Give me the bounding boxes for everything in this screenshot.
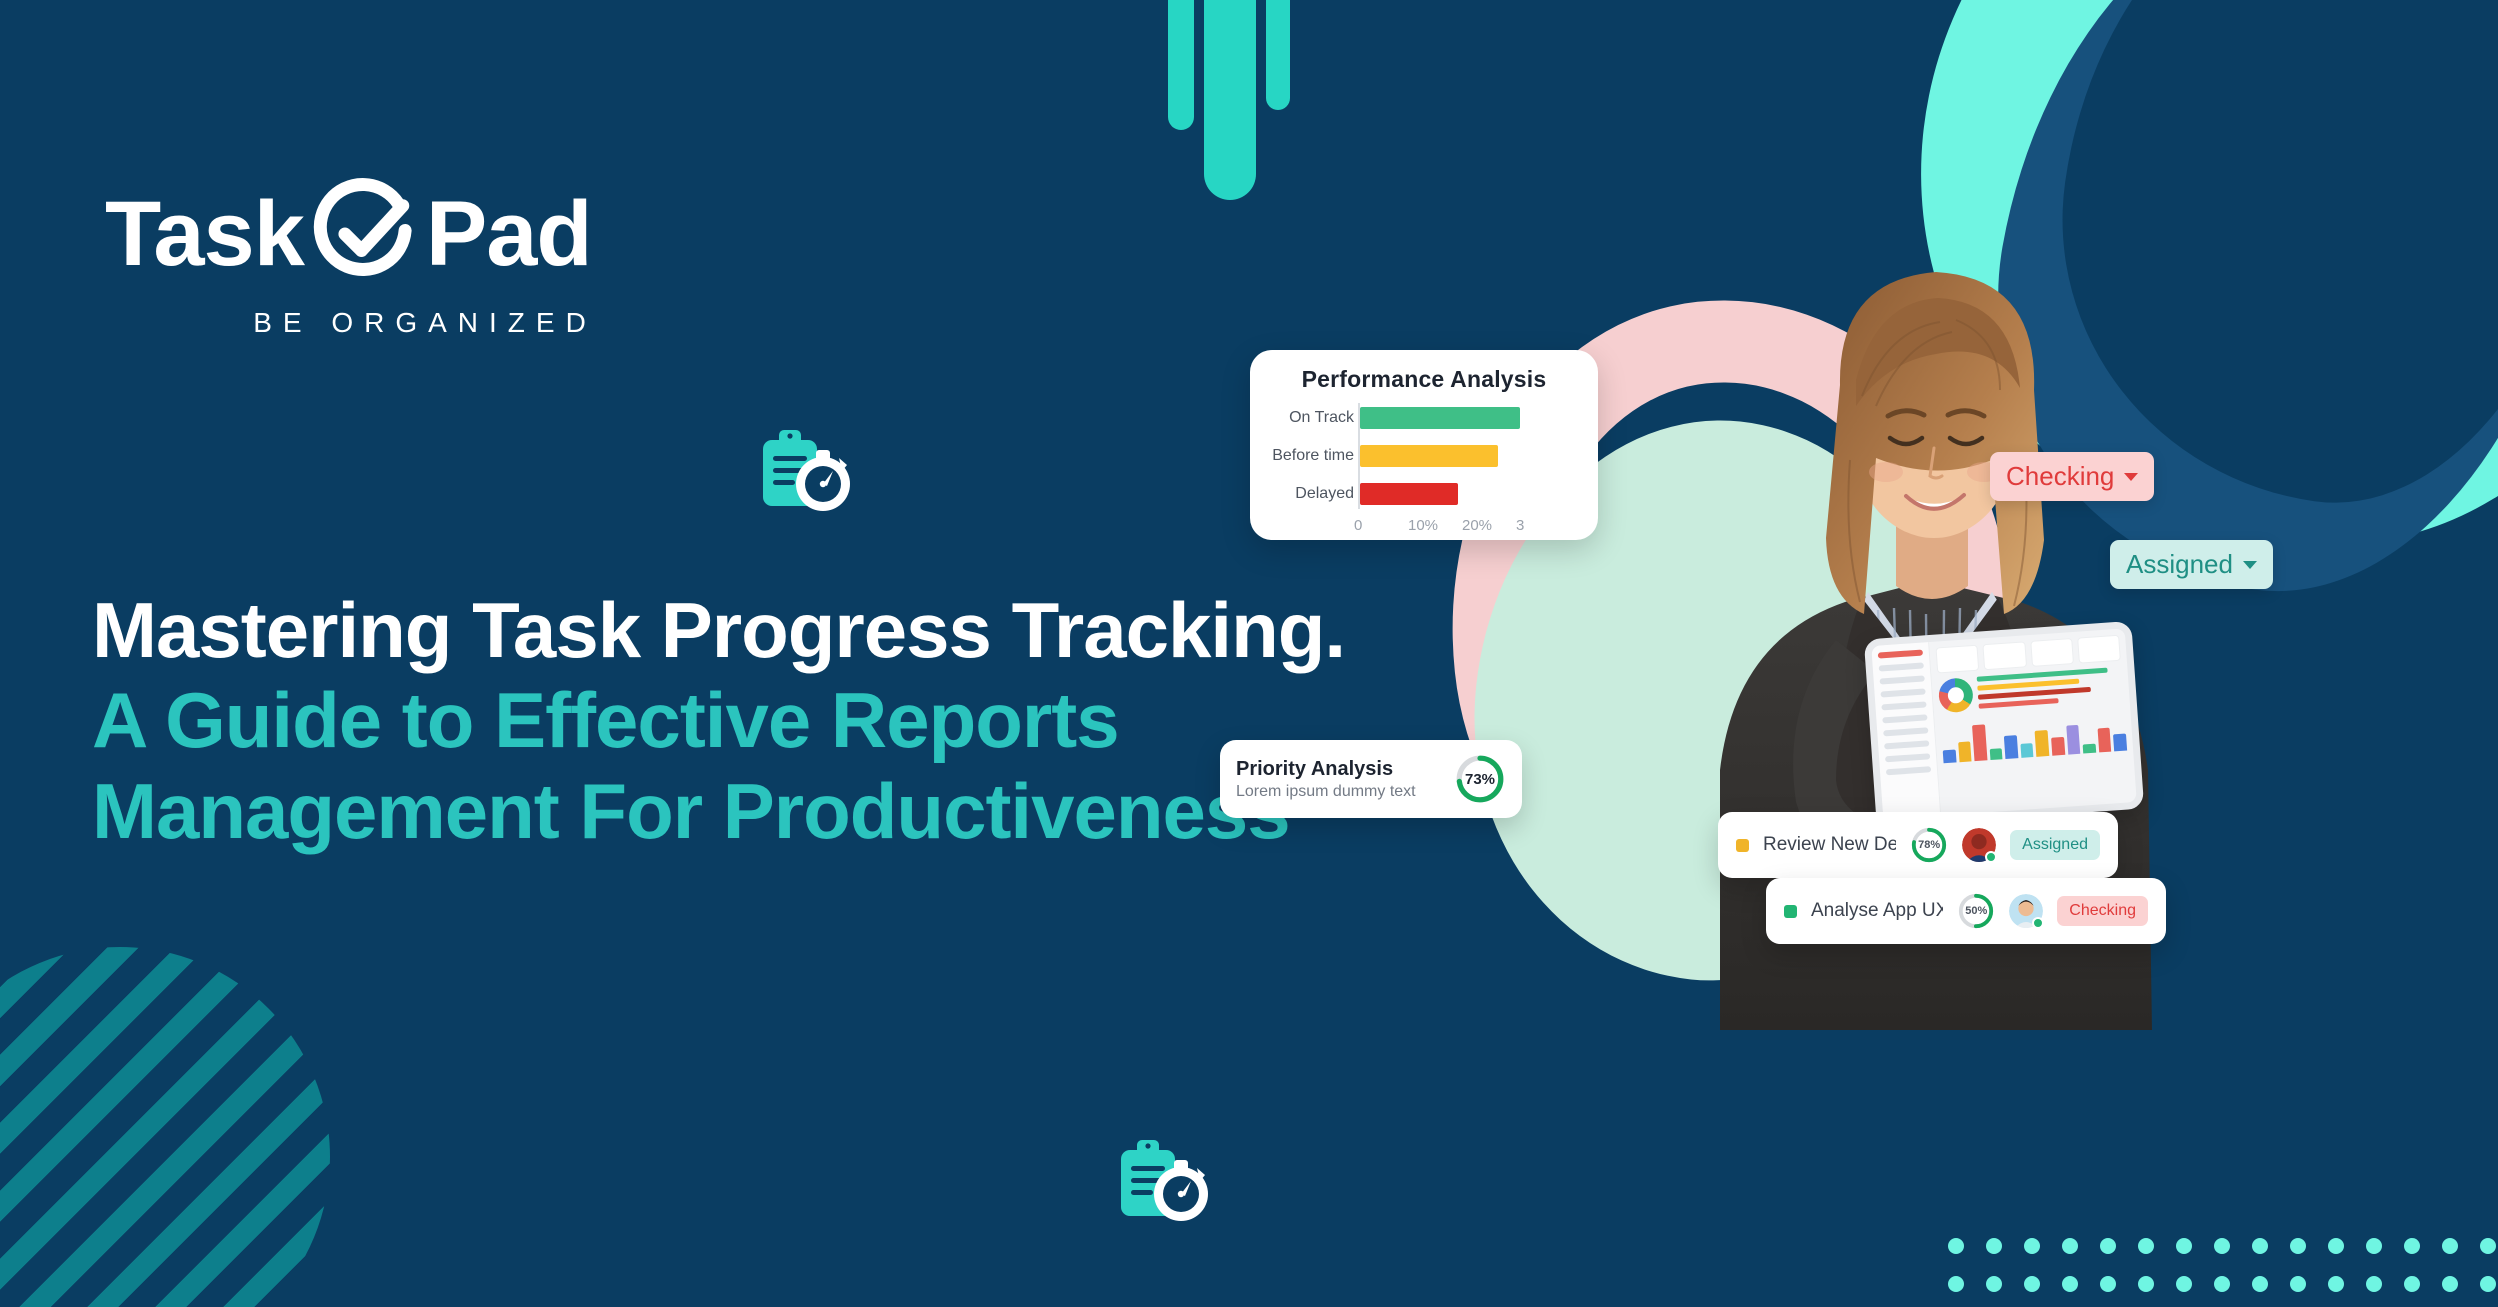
teal-bars-decor xyxy=(1168,0,1290,210)
chart-x-axis: 0 10% 20% 3 xyxy=(1268,517,1580,534)
task-status-badge[interactable]: Checking xyxy=(2057,896,2148,926)
headline-white: Mastering Task Progress Tracking. xyxy=(92,586,1346,674)
tablet-device xyxy=(1863,620,2145,828)
chevron-down-icon xyxy=(2242,560,2257,569)
task-row[interactable]: Review New Developm.. 78% Assigned xyxy=(1718,812,2118,878)
tablet-kpi xyxy=(2076,634,2121,664)
chart-category-label: On Track xyxy=(1289,409,1354,426)
avatar[interactable] xyxy=(1962,828,1998,863)
priority-progress-ring: 73% xyxy=(1454,753,1506,805)
task-status-dot xyxy=(1784,904,1797,918)
circle-check-icon xyxy=(313,178,412,276)
online-indicator xyxy=(1985,851,1998,863)
chart-tick: 3 xyxy=(1516,517,1525,534)
task-status-badge[interactable]: Assigned xyxy=(2010,830,2100,860)
chart-tick: 0 xyxy=(1354,517,1363,534)
task-progress-ring: 50% xyxy=(1957,892,1995,930)
avatar[interactable] xyxy=(2009,894,2045,929)
chart-axis-line xyxy=(1358,403,1360,509)
chart-row: Before time xyxy=(1272,441,1580,471)
priority-card-subtitle: Lorem ipsum dummy text xyxy=(1236,782,1416,800)
performance-bar-chart: On Track Before time Delayed xyxy=(1268,403,1580,509)
assigned-label: Assigned xyxy=(2126,549,2233,579)
chart-bar-before-time xyxy=(1360,445,1498,467)
task-percent-label: 78% xyxy=(1918,839,1941,851)
tablet-bar-chart xyxy=(1941,709,2128,764)
logo-tagline: BE ORGANIZED xyxy=(253,307,597,338)
task-row[interactable]: Analyse App UX Desig... 50% Checking xyxy=(1766,878,2166,944)
performance-card-title: Performance Analysis xyxy=(1301,366,1547,392)
tablet-dashboard xyxy=(1929,628,2137,815)
checking-dropdown[interactable]: Checking xyxy=(1990,452,2155,501)
task-status-dot xyxy=(1736,838,1749,852)
priority-analysis-card: Priority Analysis Lorem ipsum dummy text… xyxy=(1220,740,1522,818)
priority-percent-label: 73% xyxy=(1464,770,1496,788)
headline-teal: A Guide to Effective Reports Management … xyxy=(92,676,1291,855)
dot-grid-decor xyxy=(1948,1238,2498,1307)
chart-bar-delayed xyxy=(1360,483,1458,505)
online-indicator xyxy=(2032,917,2045,929)
chart-tick: 20% xyxy=(1462,517,1493,534)
diagonal-stripes-decor xyxy=(0,947,330,1307)
priority-card-title: Priority Analysis xyxy=(1236,757,1394,780)
chart-row: Delayed xyxy=(1295,479,1580,509)
tablet-kpi xyxy=(1935,644,1980,674)
chart-category-label: Delayed xyxy=(1295,485,1354,502)
logo-word-task: Task xyxy=(105,183,305,285)
clipboard-stopwatch-icon xyxy=(1121,1140,1208,1221)
taskpad-banner: Task Pad BE ORGANIZED Mastering Task Pro… xyxy=(0,0,2498,1307)
tablet-donut-chart xyxy=(1937,677,1975,714)
brand-logo: Task Pad BE ORGANIZED xyxy=(105,175,685,339)
chart-row: On Track xyxy=(1289,403,1580,433)
clipboard-stopwatch-icon xyxy=(763,430,850,511)
priority-card-text: Priority Analysis Lorem ipsum dummy text xyxy=(1236,758,1454,801)
tablet-kpi xyxy=(2029,638,2074,667)
chart-bar-on-track xyxy=(1360,407,1520,429)
performance-analysis-card: Performance Analysis On Track Before tim… xyxy=(1250,350,1598,540)
task-title: Review New Developm.. xyxy=(1763,834,1897,855)
task-progress-ring: 78% xyxy=(1910,826,1948,864)
logo-word-pad: Pad xyxy=(425,183,593,285)
assigned-dropdown[interactable]: Assigned xyxy=(2110,540,2273,589)
chart-category-label: Before time xyxy=(1272,447,1354,464)
hero-composition: Performance Analysis On Track Before tim… xyxy=(1220,230,2498,1230)
checking-label: Checking xyxy=(2006,461,2115,491)
tablet-kpi xyxy=(1982,641,2027,671)
tablet-bar-list xyxy=(1976,667,2124,713)
task-percent-label: 50% xyxy=(1965,905,1988,917)
tablet-mid-row xyxy=(1937,667,2124,716)
page-title: Mastering Task Progress Tracking. A Guid… xyxy=(92,585,1362,856)
task-title: Analyse App UX Desig... xyxy=(1811,900,1944,921)
chart-tick: 10% xyxy=(1408,517,1439,534)
chevron-down-icon xyxy=(2124,472,2139,481)
